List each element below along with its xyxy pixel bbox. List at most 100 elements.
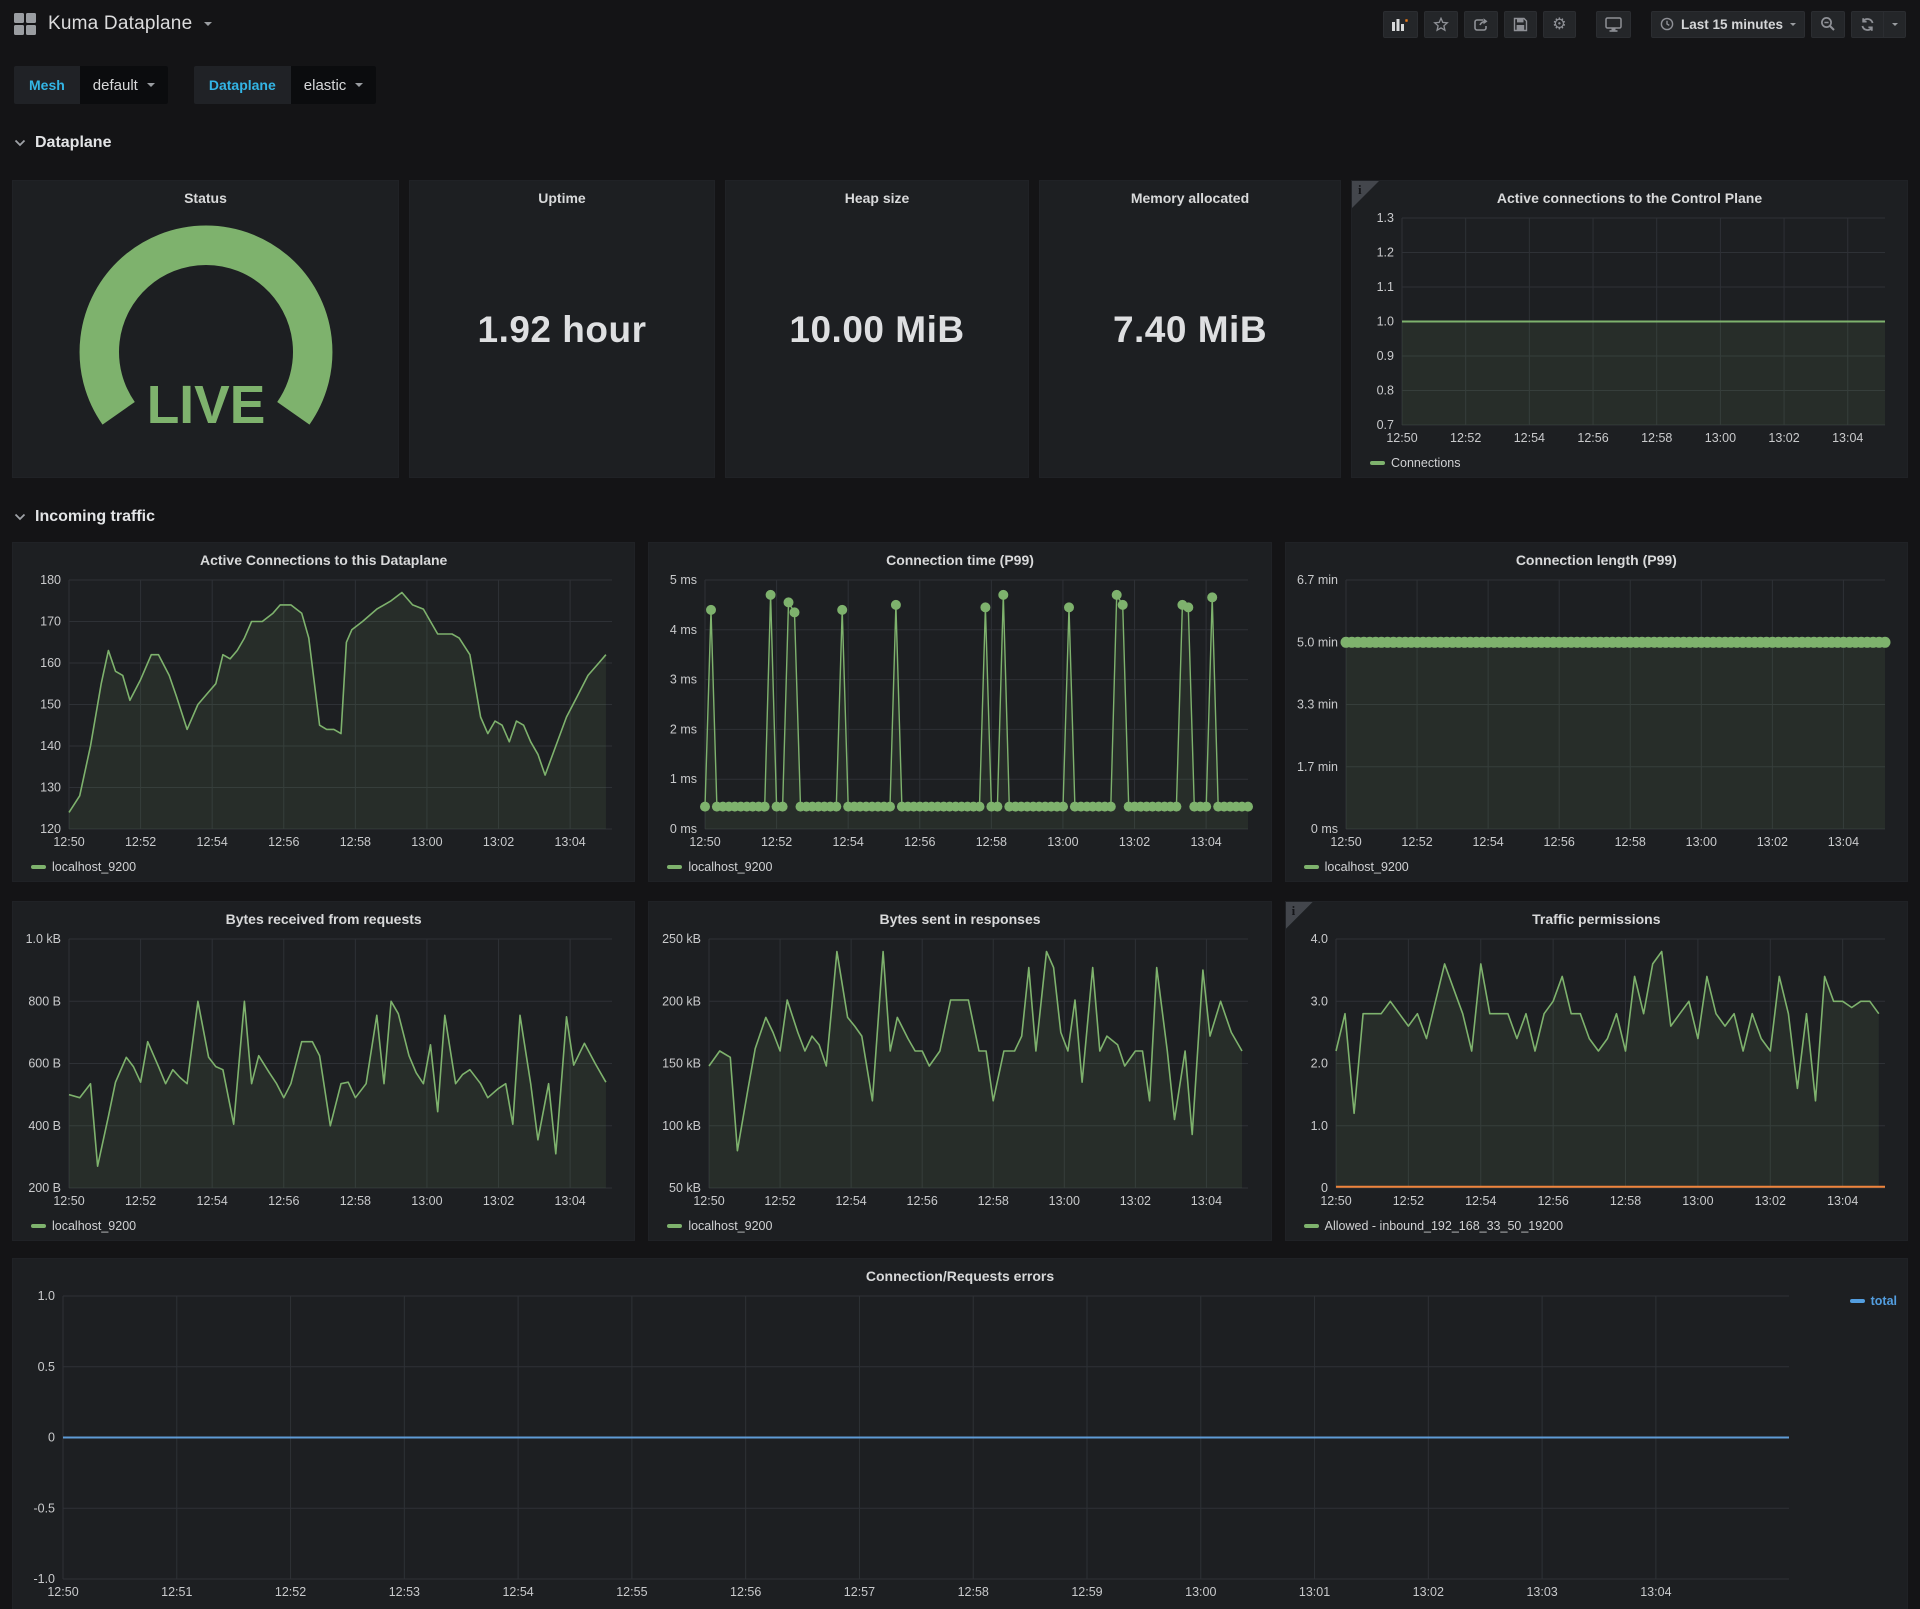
svg-text:13:04: 13:04 — [1832, 431, 1863, 445]
dashboard-title-caret-icon[interactable] — [204, 22, 213, 26]
svg-text:1.3: 1.3 — [1377, 211, 1394, 225]
bytes-sent-chart[interactable]: 50 kB 100 kB 150 kB 200 kB 250 kB 12:50 12:52 1… — [653, 931, 1262, 1236]
svg-text:0.5: 0.5 — [38, 1360, 55, 1374]
dashboard-grid-icon[interactable] — [14, 13, 36, 35]
section-dataplane[interactable]: Dataplane — [14, 130, 1906, 156]
svg-text:13:02: 13:02 — [1768, 431, 1799, 445]
svg-text:13:02: 13:02 — [1754, 1194, 1785, 1208]
svg-text:0 ms: 0 ms — [1311, 822, 1338, 836]
svg-text:13:00: 13:00 — [411, 835, 442, 849]
legend-item[interactable]: total — [1849, 1294, 1897, 1308]
panel-title[interactable]: Connection time (P99) — [649, 543, 1270, 570]
mesh-value: default — [92, 76, 138, 94]
legend-label: localhost_9200 — [688, 1219, 773, 1233]
panel-title[interactable]: Bytes received from requests — [13, 902, 634, 929]
legend-label: total — [1870, 1294, 1897, 1308]
share-icon — [1474, 17, 1488, 31]
svg-text:0: 0 — [1321, 1181, 1328, 1195]
zoom-out-button[interactable] — [1811, 10, 1845, 38]
traffic-permissions-chart[interactable]: 0 1.0 2.0 3.0 4.0 12:50 12:52 12:54 12:56 12:58 13… — [1290, 931, 1899, 1236]
panel-bytes-sent: Bytes sent in responses 50 kB 100 kB 150 k… — [648, 901, 1272, 1241]
panel-info-icon[interactable]: i — [1285, 902, 1313, 929]
mesh-value-dropdown[interactable]: default — [79, 66, 168, 104]
svg-text:12:58: 12:58 — [978, 1194, 1009, 1208]
save-icon — [1513, 17, 1528, 31]
legend-swatch — [1370, 461, 1385, 465]
svg-text:3.3 min: 3.3 min — [1297, 698, 1338, 712]
star-button[interactable] — [1423, 10, 1458, 38]
svg-text:120: 120 — [40, 822, 61, 836]
mesh-label: Mesh — [29, 77, 65, 93]
legend-item[interactable]: Connections — [1370, 456, 1461, 470]
svg-text:1.0 kB: 1.0 kB — [26, 932, 61, 946]
add-panel-button[interactable] — [1382, 10, 1418, 38]
legend-item[interactable]: localhost_9200 — [31, 1219, 136, 1233]
chart-legend: Allowed - inbound_192_168_33_50_19200 — [1303, 1216, 1563, 1236]
chart-legend: localhost_9200 — [667, 1216, 772, 1236]
legend-swatch — [1849, 1299, 1865, 1303]
settings-button[interactable]: ⚙ — [1542, 10, 1576, 38]
panel-heap-size: Heap size 10.00 MiB — [725, 180, 1029, 478]
connection-length-chart[interactable]: 0 ms 1.7 min 3.3 min 5.0 min 6.7 min 12:50 12:… — [1290, 572, 1899, 877]
svg-text:1.7 min: 1.7 min — [1297, 760, 1338, 774]
panel-title[interactable]: Active Connections to this Dataplane — [13, 543, 634, 570]
time-range-label: Last 15 minutes — [1680, 16, 1783, 32]
svg-text:200 kB: 200 kB — [662, 994, 701, 1008]
svg-text:1.1: 1.1 — [1377, 280, 1394, 294]
svg-text:12:50: 12:50 — [694, 1194, 725, 1208]
legend-item[interactable]: Allowed - inbound_192_168_33_50_19200 — [1303, 1219, 1563, 1233]
chart-legend: Connections — [1370, 453, 1461, 473]
svg-text:13:00: 13:00 — [1049, 1194, 1080, 1208]
svg-text:0 ms: 0 ms — [670, 822, 697, 836]
svg-text:170: 170 — [40, 615, 61, 629]
dashboard-title[interactable]: Kuma Dataplane — [48, 13, 192, 35]
svg-text:13:02: 13:02 — [1413, 1585, 1444, 1599]
time-range-picker[interactable]: Last 15 minutes — [1650, 10, 1805, 38]
svg-text:12:58: 12:58 — [1610, 1194, 1641, 1208]
legend-swatch — [667, 1224, 683, 1228]
svg-text:13:00: 13:00 — [1682, 1194, 1713, 1208]
section-incoming-traffic[interactable]: Incoming traffic — [14, 504, 1906, 530]
svg-text:13:04: 13:04 — [554, 1194, 585, 1208]
panel-title[interactable]: Bytes sent in responses — [649, 902, 1270, 929]
heap-size-value: 10.00 MiB — [789, 308, 965, 350]
share-button[interactable] — [1463, 10, 1498, 38]
svg-text:12:59: 12:59 — [1071, 1585, 1102, 1599]
cycle-view-button[interactable] — [1595, 10, 1631, 38]
cp-connections-chart[interactable]: 0.7 0.8 0.9 1.0 1.1 1.2 1.3 12:50 12:52 12:54 12:5… — [1356, 210, 1899, 473]
refresh-button[interactable] — [1851, 10, 1884, 38]
svg-text:6.7 min: 6.7 min — [1297, 573, 1338, 587]
legend-item[interactable]: localhost_9200 — [1303, 860, 1409, 874]
svg-text:12:52: 12:52 — [125, 1194, 156, 1208]
svg-text:13:04: 13:04 — [1191, 835, 1222, 849]
svg-text:12:56: 12:56 — [1543, 835, 1574, 849]
panel-info-icon[interactable]: i — [1352, 181, 1379, 208]
refresh-interval-caret-button[interactable] — [1884, 10, 1906, 38]
errors-chart[interactable]: -1.0 -0.5 0 0.5 1.0 12:50 12:51 12:52 12:53 12:54… — [17, 1288, 1899, 1605]
legend-item[interactable]: localhost_9200 — [667, 860, 772, 874]
save-button[interactable] — [1503, 10, 1537, 38]
svg-text:12:52: 12:52 — [1392, 1194, 1423, 1208]
legend-item[interactable]: localhost_9200 — [667, 1219, 772, 1233]
panel-title[interactable]: Connection/Requests errors — [13, 1259, 1907, 1286]
panel-title[interactable]: Connection length (P99) — [1286, 543, 1907, 570]
dataplane-caret-icon — [355, 83, 364, 87]
dataplane-value: elastic — [303, 76, 347, 94]
panel-title[interactable]: Uptime — [410, 181, 714, 208]
panel-title[interactable]: Heap size — [726, 181, 1028, 208]
legend-item[interactable]: localhost_9200 — [31, 860, 136, 874]
svg-text:12:54: 12:54 — [1514, 431, 1545, 445]
legend-label: localhost_9200 — [688, 860, 773, 874]
dp-connections-chart[interactable]: 120 130 140 150 160 170 180 12:50 12:52 12:54 12:5… — [17, 572, 626, 877]
dataplane-value-dropdown[interactable]: elastic — [290, 66, 377, 104]
connection-time-chart[interactable]: 0 ms 1 ms 2 ms 3 ms 4 ms 5 ms 12:50 12:52 12:54 1… — [653, 572, 1262, 877]
panel-title[interactable]: Traffic permissions — [1286, 902, 1907, 929]
panel-title[interactable]: Status — [13, 181, 398, 208]
svg-text:12:50: 12:50 — [1330, 835, 1361, 849]
panel-title[interactable]: Active connections to the Control Plane — [1352, 181, 1907, 208]
legend-swatch — [1303, 865, 1319, 869]
svg-text:13:02: 13:02 — [1119, 835, 1150, 849]
bytes-received-chart[interactable]: 200 B 400 B 600 B 800 B 1.0 kB 12:50 12:52 12:5… — [17, 931, 626, 1236]
svg-text:1.2: 1.2 — [1377, 246, 1394, 260]
panel-title[interactable]: Memory allocated — [1040, 181, 1340, 208]
